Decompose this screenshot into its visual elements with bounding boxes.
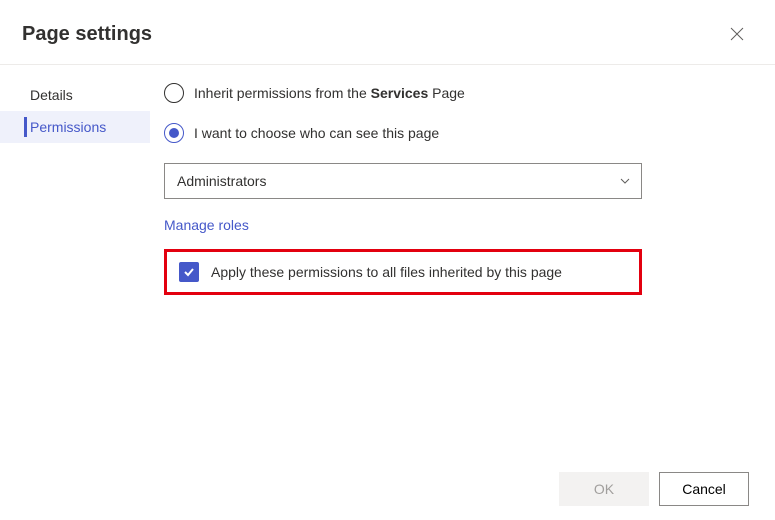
roles-dropdown[interactable]: Administrators [164, 163, 642, 199]
dialog-body: Details Permissions Inherit permissions … [0, 65, 775, 458]
radio-inherit-label-bold: Services [371, 85, 429, 101]
highlight-apply-permissions: Apply these permissions to all files inh… [164, 249, 642, 295]
radio-row-choose[interactable]: I want to choose who can see this page [164, 123, 755, 143]
dialog-title: Page settings [22, 23, 152, 46]
apply-permissions-label[interactable]: Apply these permissions to all files inh… [211, 264, 562, 280]
checkmark-icon [182, 265, 196, 279]
radio-choose-label[interactable]: I want to choose who can see this page [194, 125, 439, 141]
dialog-footer: OK Cancel [0, 458, 775, 520]
radio-inherit-label-prefix: Inherit permissions from the [194, 85, 371, 101]
close-icon [730, 27, 744, 41]
manage-roles-link[interactable]: Manage roles [164, 217, 249, 233]
cancel-button[interactable]: Cancel [659, 472, 749, 506]
tab-list: Details Permissions [0, 65, 150, 458]
radio-inherit[interactable] [164, 83, 184, 103]
radio-inherit-label[interactable]: Inherit permissions from the Services Pa… [194, 85, 465, 101]
radio-choose[interactable] [164, 123, 184, 143]
tab-details[interactable]: Details [0, 79, 150, 111]
chevron-down-icon [619, 175, 631, 187]
dialog-header: Page settings [0, 0, 775, 65]
radio-row-inherit[interactable]: Inherit permissions from the Services Pa… [164, 83, 755, 103]
ok-button[interactable]: OK [559, 472, 649, 506]
tab-content: Inherit permissions from the Services Pa… [150, 65, 775, 458]
apply-permissions-checkbox[interactable] [179, 262, 199, 282]
radio-inherit-label-suffix: Page [428, 85, 465, 101]
close-button[interactable] [721, 18, 753, 50]
tab-permissions[interactable]: Permissions [0, 111, 150, 143]
roles-dropdown-value: Administrators [177, 173, 266, 189]
